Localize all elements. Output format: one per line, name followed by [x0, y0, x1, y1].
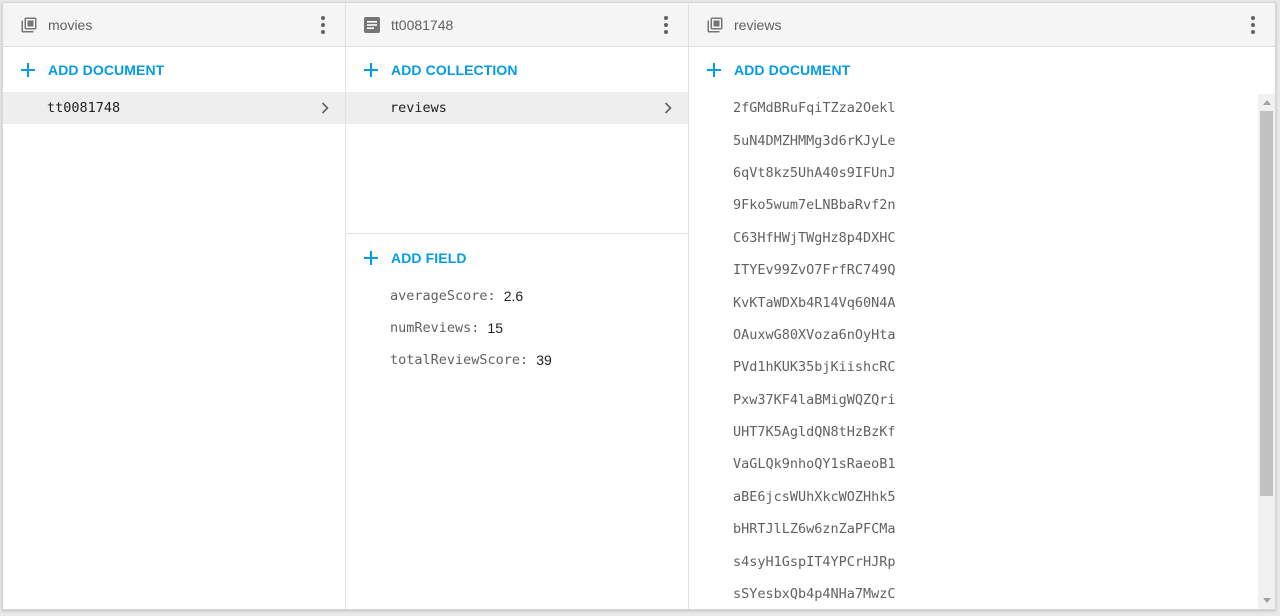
plus-icon [705, 61, 723, 79]
document-list-item[interactable]: s4syH1GspIT4YPCrHJRp [689, 545, 1275, 577]
documents-list: 2fGMdBRuFqiTZza2Oekl 5uN4DMZHMMg3d6rKJyLe… [689, 92, 1275, 609]
document-item-tt0081748[interactable]: tt0081748 [3, 92, 345, 124]
plus-icon [362, 249, 380, 267]
more-vert-icon[interactable] [311, 13, 335, 37]
field-row[interactable]: numReviews: 15 [346, 312, 688, 344]
more-vert-icon[interactable] [1241, 13, 1265, 37]
scroll-up-arrow-icon[interactable] [1258, 94, 1275, 111]
document-icon [362, 15, 382, 35]
plus-icon [362, 61, 380, 79]
add-collection-label: ADD COLLECTION [391, 61, 518, 78]
add-document-label: ADD DOCUMENT [48, 61, 165, 78]
panel-movies-collection: movies ADD DOCUMENT tt0081748 [3, 3, 346, 609]
panel-document: tt0081748 ADD COLLECTION reviews ADD FIE… [346, 3, 689, 609]
add-document-button[interactable]: ADD DOCUMENT [3, 47, 345, 92]
document-list-item[interactable]: VaGLQk9nhoQY1sRaeoB1 [689, 448, 1275, 480]
firestore-data-viewer: movies ADD DOCUMENT tt0081748 tt0081748 [2, 2, 1276, 610]
collection-item-reviews[interactable]: reviews [346, 92, 688, 124]
panel-header: reviews [689, 3, 1275, 47]
chevron-right-icon [660, 100, 676, 116]
add-document-label: ADD DOCUMENT [734, 61, 851, 78]
collection-icon [705, 15, 725, 35]
field-value: 39 [536, 352, 552, 368]
field-value: 15 [487, 320, 503, 336]
document-list-item[interactable]: ITYEv99ZvO7FrfRC749Q [689, 254, 1275, 286]
plus-icon [19, 61, 37, 79]
add-field-button[interactable]: ADD FIELD [346, 235, 688, 280]
field-key: numReviews [390, 320, 472, 336]
document-list-item[interactable]: 9Fko5wum7eLNBbaRvf2n [689, 189, 1275, 221]
panel-reviews-collection: reviews ADD DOCUMENT 2fGMdBRuFqiTZza2Oek… [689, 3, 1275, 609]
panel-title: tt0081748 [391, 16, 454, 33]
add-field-label: ADD FIELD [391, 249, 467, 266]
field-key: averageScore [390, 288, 488, 304]
field-value: 2.6 [503, 288, 524, 304]
document-list-item[interactable]: aBE6jcsWUhXkcWOZHhk5 [689, 481, 1275, 513]
add-collection-button[interactable]: ADD COLLECTION [346, 47, 688, 92]
collection-icon [19, 15, 39, 35]
vertical-scrollbar[interactable] [1258, 94, 1275, 609]
field-row[interactable]: averageScore: 2.6 [346, 280, 688, 312]
panel-header: movies [3, 3, 345, 47]
scroll-down-arrow-icon[interactable] [1258, 592, 1275, 609]
document-list-item[interactable]: C63HfHWjTWgHz8p4DXHC [689, 222, 1275, 254]
panel-header: tt0081748 [346, 3, 688, 47]
field-key: totalReviewScore [390, 352, 521, 368]
scrollbar-thumb[interactable] [1260, 111, 1273, 496]
field-row[interactable]: totalReviewScore: 39 [346, 344, 688, 376]
chevron-right-icon [317, 100, 333, 116]
panel-title: reviews [734, 16, 782, 33]
document-list-item[interactable]: KvKTaWDXb4R14Vq60N4A [689, 286, 1275, 318]
panel-title: movies [48, 16, 93, 33]
document-list-item[interactable]: 2fGMdBRuFqiTZza2Oekl [689, 92, 1275, 124]
document-list-item[interactable]: 6qVt8kz5UhA40s9IFUnJ [689, 157, 1275, 189]
document-list-item[interactable]: sSYesbxQb4p4NHa7MwzC [689, 578, 1275, 609]
add-document-button[interactable]: ADD DOCUMENT [689, 47, 1275, 92]
document-list-item[interactable]: bHRTJlLZ6w6znZaPFCMa [689, 513, 1275, 545]
subcollections-section: ADD COLLECTION reviews [346, 47, 688, 234]
document-list-item[interactable]: Pxw37KF4laBMigWQZQri [689, 384, 1275, 416]
collection-item-label: reviews [390, 100, 447, 116]
document-list-item[interactable]: OAuxwG80XVoza6nOyHta [689, 319, 1275, 351]
document-list-item[interactable]: UHT7K5AgldQN8tHzBzKf [689, 416, 1275, 448]
document-item-label: tt0081748 [47, 100, 121, 116]
fields-list: averageScore: 2.6 numReviews: 15 totalRe… [346, 280, 688, 376]
more-vert-icon[interactable] [654, 13, 678, 37]
document-list-item[interactable]: 5uN4DMZHMMg3d6rKJyLe [689, 124, 1275, 156]
document-list-item[interactable]: PVd1hKUK35bjKiishcRC [689, 351, 1275, 383]
